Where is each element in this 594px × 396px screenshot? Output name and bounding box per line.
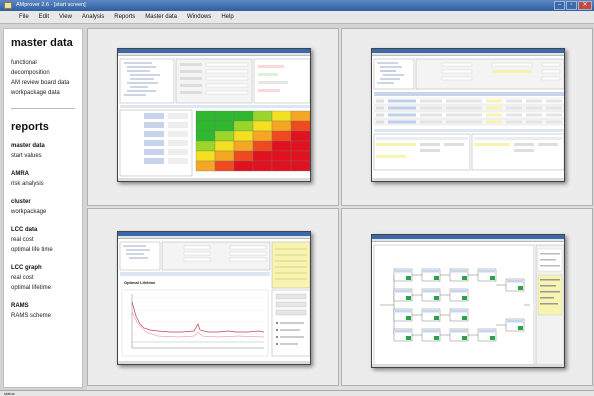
- minimize-button[interactable]: –: [554, 1, 565, 10]
- preview-panel-risk-analysis[interactable]: [87, 28, 339, 206]
- risk-analysis-thumbnail[interactable]: [117, 48, 311, 182]
- menu-help[interactable]: Help: [216, 11, 238, 23]
- lcc-graph-heading: Optimal Lifetime: [124, 280, 156, 285]
- reports-heading: reports: [11, 121, 49, 133]
- nav-start-values[interactable]: start values: [11, 151, 75, 161]
- nav-graph-real-cost[interactable]: real cost: [11, 273, 75, 283]
- report-group-master-data: master data start values: [11, 142, 75, 161]
- preview-panel-rams[interactable]: [341, 208, 593, 386]
- maximize-button[interactable]: ▫: [566, 1, 577, 10]
- status-bar: status: [0, 390, 594, 396]
- report-group-amra: AMRA risk analysis: [11, 170, 75, 189]
- workpackage-preview-drawing: [373, 58, 564, 171]
- lcc-graph-preview-drawing: Optimal Lifetime: [119, 241, 310, 357]
- start-screen-content: Optimal Lifetime: [87, 28, 593, 390]
- menu-windows[interactable]: Windows: [182, 11, 216, 23]
- report-group-title: LCC graph: [11, 265, 42, 271]
- report-group-title: master data: [11, 143, 45, 149]
- lcc-graph-thumbnail[interactable]: Optimal Lifetime: [117, 231, 311, 365]
- nav-rams-scheme[interactable]: RAMS scheme: [11, 311, 75, 321]
- report-group-title: LCC data: [11, 227, 38, 233]
- sidebar-divider: [11, 108, 75, 109]
- nav-functional-decomposition[interactable]: functional decomposition: [11, 58, 75, 78]
- menu-file[interactable]: File: [14, 11, 34, 23]
- status-text: status: [4, 391, 15, 396]
- nav-risk-analysis[interactable]: risk analysis: [11, 179, 75, 189]
- menu-bar: File Edit View Analysis Reports Master d…: [0, 11, 594, 24]
- rams-scheme-preview-drawing: [373, 244, 564, 366]
- menu-view[interactable]: View: [54, 11, 77, 23]
- preview-panel-lcc-graph[interactable]: Optimal Lifetime: [87, 208, 339, 386]
- app-icon: [4, 2, 12, 9]
- master-data-heading: master data: [11, 37, 73, 49]
- menu-analysis[interactable]: Analysis: [77, 11, 109, 23]
- report-group-lcc-data: LCC data real cost optimal life time: [11, 226, 75, 255]
- nav-workpackage[interactable]: workpackage: [11, 207, 75, 217]
- window-title: AMprover 2.6 - [start screen]: [16, 2, 86, 8]
- nav-graph-optimal-lifetime[interactable]: optimal lifetime: [11, 283, 75, 293]
- report-group-rams: RAMS RAMS scheme: [11, 302, 75, 321]
- menu-master-data[interactable]: Master data: [140, 11, 182, 23]
- report-group-lcc-graph: LCC graph real cost optimal lifetime: [11, 264, 75, 293]
- report-group-title: RAMS: [11, 303, 29, 309]
- menu-reports[interactable]: Reports: [109, 11, 140, 23]
- report-group-title: AMRA: [11, 171, 29, 177]
- nav-lcc-real-cost[interactable]: real cost: [11, 235, 75, 245]
- risk-analysis-preview-drawing: [119, 58, 310, 177]
- menu-edit[interactable]: Edit: [34, 11, 54, 23]
- title-bar: AMprover 2.6 - [start screen] – ▫ ✕: [0, 0, 594, 11]
- nav-am-review-board-data[interactable]: AM review board data: [11, 78, 75, 88]
- preview-panel-workpackage[interactable]: [341, 28, 593, 206]
- report-group-title: cluster: [11, 199, 31, 205]
- rams-scheme-thumbnail[interactable]: [371, 234, 565, 368]
- nav-workpackage-data[interactable]: workpackage data: [11, 88, 75, 98]
- workpackage-thumbnail[interactable]: [371, 48, 565, 182]
- report-group-cluster: cluster workpackage: [11, 198, 75, 217]
- nav-lcc-optimal-life-time[interactable]: optimal life time: [11, 245, 75, 255]
- navigation-sidebar: master data functional decomposition AM …: [3, 28, 83, 388]
- close-button[interactable]: ✕: [578, 1, 592, 10]
- app-window: AMprover 2.6 - [start screen] – ▫ ✕ File…: [0, 0, 594, 396]
